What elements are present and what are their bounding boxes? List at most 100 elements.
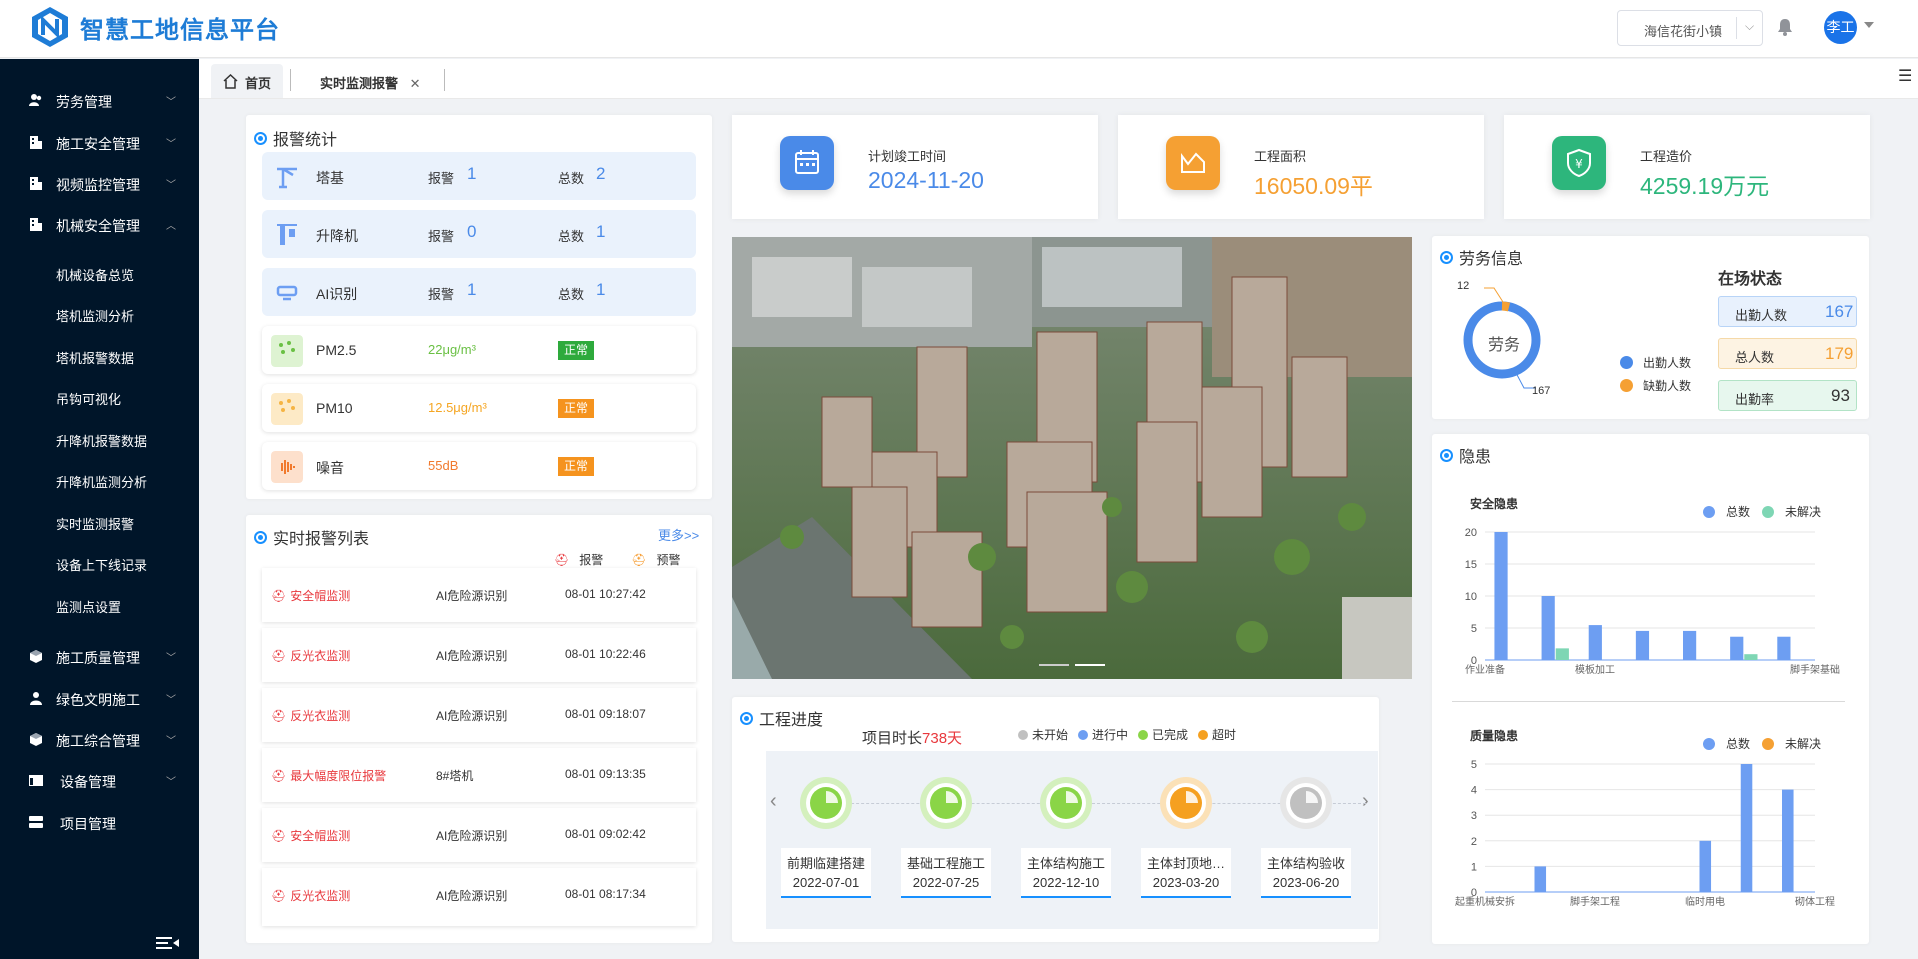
alarm-list-row[interactable]: ⛑ 安全帽监测 AI危险源识别 08-01 10:27:42 xyxy=(262,568,696,622)
chevron-right-icon[interactable]: › xyxy=(1362,790,1369,813)
legend-item: 超时 xyxy=(1198,726,1236,743)
alarm-list-row[interactable]: ⛑ 反光衣监测 AI危险源识别 08-01 10:22:46 xyxy=(262,628,696,682)
sidebar-item-video[interactable]: 视频监控管理 ﹀ xyxy=(0,165,199,201)
sidebar-subitem-lift-analysis[interactable]: 升降机监测分析 xyxy=(56,472,147,491)
total-key: 总数 xyxy=(558,229,585,244)
siren-icon: ⛑ xyxy=(271,648,287,663)
sidebar-item-machinery[interactable]: 机械安全管理 ︿ xyxy=(0,206,199,242)
chevron-down-icon: ﹀ xyxy=(166,736,176,747)
building-icon xyxy=(30,136,42,149)
project-duration: 项目时长738天 xyxy=(862,727,962,748)
sidebar-item-quality[interactable]: 施工质量管理 ﹀ xyxy=(0,638,199,674)
x-tick-label: 临时用电 xyxy=(1685,895,1725,908)
bell-icon[interactable] xyxy=(1776,18,1794,36)
carousel-indicator-active[interactable] xyxy=(1075,664,1105,666)
env-row-pm25[interactable]: PM2.5 22μg/m³ 正常 xyxy=(262,326,696,374)
siren-icon: ⛑ xyxy=(271,768,287,783)
more-link[interactable]: 更多>> xyxy=(658,525,699,544)
alarm-list-row[interactable]: ⛑ 反光衣监测 AI危险源识别 08-01 09:18:07 xyxy=(262,688,696,742)
alarm-list-title: 实时报警列表 xyxy=(254,525,369,549)
alarm-list-row[interactable]: ⛑ 最大幅度限位报警 8#塔机 08-01 09:13:35 xyxy=(262,748,696,802)
area-chart-icon xyxy=(1166,136,1220,190)
legend-label: 进行中 xyxy=(1092,728,1129,742)
table-icon xyxy=(29,775,43,786)
sidebar-item-comprehensive[interactable]: 施工综合管理 ﹀ xyxy=(0,721,199,757)
sidebar-item-green[interactable]: 绿色文明施工 ﹀ xyxy=(0,680,199,716)
sidebar-item-equipment[interactable]: 设备管理 ﹀ xyxy=(0,762,199,798)
avatar[interactable]: 李工 xyxy=(1824,11,1857,44)
legend-dot xyxy=(1018,729,1028,740)
target-icon xyxy=(1440,250,1453,264)
target-icon xyxy=(254,530,267,544)
env-row-pm10[interactable]: PM10 12.5μg/m³ 正常 xyxy=(262,384,696,432)
sidebar-subitem-realtime-alarm[interactable]: 实时监测报警 xyxy=(56,514,134,533)
chart-divider xyxy=(1452,701,1845,702)
progress-step[interactable]: 主体结构验收 2023-06-20 xyxy=(1261,848,1351,898)
bar xyxy=(1730,636,1744,660)
status-row-present: 出勤人数 167 xyxy=(1718,296,1857,327)
tab-realtime-alarm[interactable]: 实时监测报警 ✕ xyxy=(320,64,421,98)
env-name: 噪音 xyxy=(316,460,344,476)
sidebar-item-labor[interactable]: 劳务管理 ﹀ xyxy=(0,82,199,118)
alarm-list-row[interactable]: ⛑ 反光衣监测 AI危险源识别 08-01 08:17:34 xyxy=(262,868,696,926)
siren-icon: ⛑ xyxy=(271,588,287,603)
progress-step[interactable]: 基础工程施工 2022-07-25 xyxy=(901,848,991,898)
bar xyxy=(1699,840,1712,892)
stat-card-cost: ¥ 工程造价 4259.19万元 xyxy=(1504,115,1870,219)
step-date: 2022-07-25 xyxy=(912,875,980,890)
chevron-down-icon: ﹀ xyxy=(166,97,176,108)
alarm-source: 8#塔机 xyxy=(436,769,474,783)
progress-step[interactable]: 主体封顶地… 2023-03-20 xyxy=(1141,848,1231,898)
sidebar-subitem-overview[interactable]: 机械设备总览 xyxy=(56,265,134,284)
alarm-type: 反光衣监测 xyxy=(290,709,351,723)
progress-step-icon xyxy=(800,777,852,829)
progress-step[interactable]: 前期临建搭建 2022-07-01 xyxy=(781,848,871,898)
siren-icon: ⛑ xyxy=(271,828,287,843)
stat-card-completion: 计划竣工时间 2024-11-20 xyxy=(732,115,1098,219)
app-logo[interactable]: 智慧工地信息平台 xyxy=(28,5,280,49)
alarm-row-ai[interactable]: AI识别 报警 1 总数 1 xyxy=(262,268,696,316)
legend-dot xyxy=(1138,729,1149,740)
chevron-down-icon: ﹀ xyxy=(166,653,176,664)
sidebar-subitem-lift-alarm[interactable]: 升降机报警数据 xyxy=(56,431,147,450)
bar xyxy=(1555,648,1569,660)
progress-step-icon xyxy=(920,777,972,829)
sidebar-item-safety[interactable]: 施工安全管理 ﹀ xyxy=(0,124,199,160)
alarm-row-tower[interactable]: 塔基 报警 1 总数 2 xyxy=(262,152,696,200)
legend-item: 已完成 xyxy=(1138,726,1188,743)
env-row-noise[interactable]: 噪音 55dB 正常 xyxy=(262,442,696,490)
sidebar-subitem-tower-analysis[interactable]: 塔机监测分析 xyxy=(56,306,134,325)
site-select[interactable]: 海信花街小镇 ⌵ xyxy=(1617,10,1763,46)
collapse-menu-icon[interactable] xyxy=(156,935,180,951)
legend-dot xyxy=(1762,506,1774,518)
legend-dot xyxy=(1620,356,1633,369)
safety-hazard-chart: 安全隐患总数 未解决05101520作业准备 模板加工 脚手架基础 xyxy=(1465,496,1840,676)
carousel-indicator[interactable] xyxy=(1039,664,1069,666)
project-image-carousel[interactable] xyxy=(732,237,1412,679)
chevron-down-icon: ﹀ xyxy=(166,777,176,788)
bar xyxy=(1541,596,1555,660)
sidebar-item-label: 劳务管理 xyxy=(56,94,112,110)
tab-home[interactable]: 首页 xyxy=(211,64,283,98)
alarm-time: 08-01 09:02:42 xyxy=(565,827,646,841)
labor-legend-item: 缺勤人数 xyxy=(1620,377,1691,394)
sidebar-subitem-hook-visual[interactable]: 吊钩可视化 xyxy=(56,389,121,408)
sidebar-subitem-tower-alarm[interactable]: 塔机报警数据 xyxy=(56,348,134,367)
user-menu-chevron-icon[interactable] xyxy=(1864,22,1874,28)
alarm-count: 1 xyxy=(467,280,477,299)
bar xyxy=(1782,789,1794,892)
sidebar-subitem-online-log[interactable]: 设备上下线记录 xyxy=(56,555,147,574)
hamburger-menu-icon[interactable]: ☰ xyxy=(1898,66,1912,86)
sidebar-subitem-monitor-points[interactable]: 监测点设置 xyxy=(56,597,121,616)
tab-bar: 首页 实时监测报警 ✕ xyxy=(199,59,1918,99)
close-icon[interactable]: ✕ xyxy=(410,76,421,91)
chevron-left-icon[interactable]: ‹ xyxy=(770,790,777,813)
sidebar-item-label: 施工质量管理 xyxy=(56,650,140,666)
y-tick-label: 20 xyxy=(1465,527,1477,539)
alarm-row-lift[interactable]: 升降机 报警 0 总数 1 xyxy=(262,210,696,258)
alarm-list-row[interactable]: ⛑ 安全帽监测 AI危险源识别 08-01 09:02:42 xyxy=(262,808,696,862)
logo-icon xyxy=(32,7,68,47)
building-icon xyxy=(30,177,42,190)
progress-step[interactable]: 主体结构施工 2022-12-10 xyxy=(1021,848,1111,898)
sidebar-item-project[interactable]: 项目管理 xyxy=(0,804,199,840)
